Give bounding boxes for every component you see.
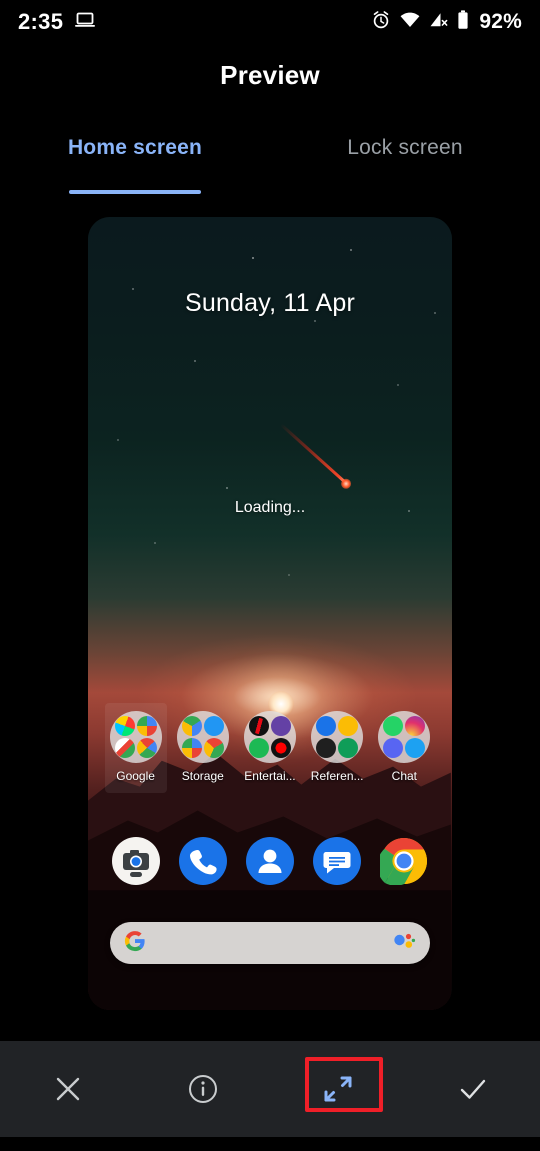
close-x-icon [56,1077,79,1101]
gmail-icon [114,738,135,758]
folder-icon-stack [243,711,296,763]
tab-bar: Home screen Lock screen [0,128,540,194]
contacts-app-icon[interactable] [245,837,294,885]
confirm-button[interactable] [405,1073,540,1105]
youtube-icon [270,738,291,758]
dock [88,837,452,886]
google-search-bar[interactable] [110,922,430,964]
wallpaper-preview-card[interactable]: Sunday, 11 Apr Loading... Google Storage… [88,217,452,1010]
folder-storage[interactable]: Storage [172,711,234,793]
twitter-icon [405,738,426,758]
page-title: Preview [220,60,320,90]
folder-reference[interactable]: Referen... [306,711,368,793]
info-button[interactable] [135,1073,270,1105]
folder-label: Google [116,769,155,783]
expand-button[interactable] [270,1070,405,1108]
folder-label: Chat [391,769,418,783]
folder-label: Entertai... [244,769,296,783]
navigation-strip [0,1137,540,1151]
whatsapp-icon [383,716,404,736]
tab-home-screen-label: Home screen [67,136,203,159]
battery-icon [457,9,469,35]
netflix-icon [248,716,269,736]
sheets-icon [338,738,359,758]
camera-go-app-icon[interactable] [111,837,160,885]
tab-active-indicator [69,190,201,194]
classroom-icon [316,716,337,736]
info-circle-icon [188,1075,217,1103]
instagram-icon [405,716,426,736]
keep-icon [338,716,359,736]
check-icon [460,1079,485,1099]
folder-icon-stack [378,711,431,763]
spotify-icon [248,738,269,758]
drive-icon [181,716,202,736]
app-screen: 2:35 92% Preview Home screen Lock screen… [0,0,540,1151]
wifi-icon [399,11,421,34]
status-time: 2:35 [18,9,64,34]
google-g-icon [124,930,146,957]
folder-chat[interactable]: Chat [373,711,435,793]
status-bar: 2:35 92% [0,0,540,44]
alarm-icon [371,10,391,35]
chrome-app-icon[interactable] [377,837,428,886]
google-search-icon [136,716,157,736]
assistant-icon[interactable] [392,932,416,955]
files-icon [203,716,224,736]
folder-icon-stack [176,711,229,763]
folder-row: Google Storage Entertai... Referen... Ch… [88,703,452,793]
photos-icon [181,738,202,758]
play-store-icon [114,716,135,736]
battery-percent: 92% [479,10,522,33]
folder-icon-stack [311,711,364,763]
bottom-action-bar [0,1041,540,1137]
folder-label: Referen... [310,769,364,783]
expand-arrows-icon [324,1076,351,1102]
twitch-icon [270,716,291,736]
messages-app-icon[interactable] [313,837,362,885]
close-button[interactable] [0,1074,135,1104]
tab-home-screen[interactable]: Home screen [0,128,270,194]
discord-icon [383,738,404,758]
podcasts-icon [316,738,337,758]
wallpaper-loading-status: Loading... [234,499,306,516]
phone-app-icon[interactable] [178,837,227,885]
folder-entertainment[interactable]: Entertai... [239,711,301,793]
folder-label: Storage [181,769,224,783]
tab-lock-screen-label: Lock screen [347,136,463,159]
maps-icon [136,738,157,758]
laptop-cast-icon [75,12,96,33]
one-drive-icon [203,738,224,758]
mobile-data-off-icon [429,11,449,34]
wallpaper-date: Sunday, 11 Apr [184,289,356,317]
status-bar-left: 2:35 [18,9,96,35]
folder-icon-stack [109,711,162,763]
tab-lock-screen[interactable]: Lock screen [270,128,540,180]
folder-google[interactable]: Google [104,703,167,793]
status-bar-right: 92% [371,9,522,35]
